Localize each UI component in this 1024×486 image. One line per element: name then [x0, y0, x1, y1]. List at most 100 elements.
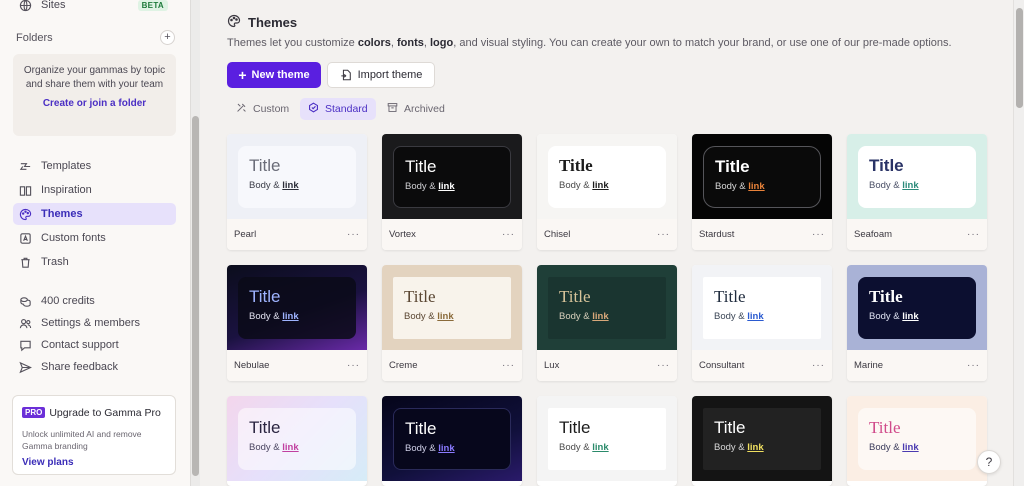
theme-card-footer: Creme ··· — [382, 350, 522, 381]
sidebar-scrollbar-thumb[interactable] — [192, 116, 199, 476]
body-text: Body & — [559, 180, 593, 191]
sidebar-item-settings[interactable]: Settings & members — [18, 313, 140, 333]
theme-card-lux[interactable]: Title Body & link Lux ··· — [537, 265, 677, 381]
theme-card-row3-5[interactable]: Title Body & link — [847, 396, 987, 486]
theme-card-pearl[interactable]: Title Body & link Pearl ··· — [227, 134, 367, 250]
sidebar-item-inspiration[interactable]: Inspiration — [18, 180, 92, 200]
theme-preview-card: Title Body & link — [858, 277, 976, 339]
sample-link: link — [282, 180, 299, 191]
folder-hint: Organize your gammas by topic and share … — [23, 65, 166, 90]
theme-card-row3-4[interactable]: Title Body & link — [692, 396, 832, 486]
book-icon — [18, 183, 32, 197]
sidebar-item-custom-fonts[interactable]: Custom fonts — [18, 228, 106, 248]
more-options-icon[interactable]: ··· — [812, 229, 825, 240]
help-button[interactable]: ? — [977, 450, 1001, 474]
sidebar-item-support[interactable]: Contact support — [18, 335, 119, 355]
sidebar-item-themes[interactable]: Themes — [18, 204, 83, 224]
theme-name: Stardust — [699, 229, 735, 240]
sidebar-item-label: 400 credits — [41, 295, 95, 307]
sidebar-item-trash[interactable]: Trash — [18, 252, 69, 272]
sample-title: Title — [404, 287, 436, 306]
more-options-icon[interactable]: ··· — [347, 229, 360, 240]
more-options-icon[interactable]: ··· — [812, 360, 825, 371]
more-options-icon[interactable]: ··· — [967, 229, 980, 240]
sample-link: link — [437, 311, 454, 322]
sidebar-item-label: Inspiration — [41, 184, 92, 196]
sample-link: link — [748, 181, 765, 192]
theme-name: Pearl — [234, 229, 257, 240]
sample-title: Title — [405, 157, 437, 176]
theme-card-stardust[interactable]: Title Body & link Stardust ··· — [692, 134, 832, 250]
theme-preview: Title Body & link — [382, 134, 522, 219]
sidebar-item-feedback[interactable]: Share feedback — [18, 357, 118, 377]
theme-card-chisel[interactable]: Title Body & link Chisel ··· — [537, 134, 677, 250]
body-text: Body & — [404, 311, 438, 322]
theme-card-nebulae[interactable]: Title Body & link Nebulae ··· — [227, 265, 367, 381]
tab-standard[interactable]: Standard — [300, 98, 376, 120]
theme-card-row3-3[interactable]: Title Body & link — [537, 396, 677, 486]
sample-title: Title — [559, 156, 593, 175]
templates-icon — [18, 159, 32, 173]
sample-title: Title — [559, 287, 591, 306]
sample-title: Title — [714, 287, 746, 306]
theme-card-consultant[interactable]: Title Body & link Consultant ··· — [692, 265, 832, 381]
theme-preview: Title Body & link — [227, 396, 367, 481]
sample-title: Title — [715, 157, 750, 176]
add-folder-button[interactable]: + — [160, 30, 175, 45]
theme-preview: Title Body & link — [382, 396, 522, 481]
new-theme-button[interactable]: + New theme — [227, 62, 321, 88]
sample-body: Body & link — [715, 181, 809, 192]
tab-archived[interactable]: Archived — [379, 98, 453, 120]
theme-preview-card: Title Body & link — [858, 408, 976, 470]
sidebar-scrollbar[interactable] — [190, 0, 200, 486]
sample-link: link — [438, 443, 455, 454]
sidebar-item-label: Custom fonts — [41, 232, 106, 244]
theme-card-seafoam[interactable]: Title Body & link Seafoam ··· — [847, 134, 987, 250]
sidebar-item-sites[interactable]: Sites — [18, 0, 65, 15]
theme-card-marine[interactable]: Title Body & link Marine ··· — [847, 265, 987, 381]
view-plans-link[interactable]: View plans — [22, 457, 166, 468]
theme-card-footer: Marine ··· — [847, 350, 987, 381]
pro-badge: PRO — [22, 407, 46, 419]
gamma-icon — [308, 102, 319, 116]
sidebar-item-label: Trash — [41, 256, 69, 268]
theme-preview-card: Title Body & link — [858, 146, 976, 208]
theme-card-row3-2[interactable]: Title Body & link — [382, 396, 522, 486]
sidebar-item-templates[interactable]: Templates — [18, 156, 91, 176]
theme-card-row3-1[interactable]: Title Body & link — [227, 396, 367, 486]
more-options-icon[interactable]: ··· — [657, 229, 670, 240]
theme-card-creme[interactable]: Title Body & link Creme ··· — [382, 265, 522, 381]
sample-link: link — [592, 311, 609, 322]
main-scrollbar-thumb[interactable] — [1016, 8, 1023, 108]
upgrade-promo-card: PRO Upgrade to Gamma Pro Unlock unlimited… — [12, 395, 176, 475]
folders-heading: Folders — [16, 32, 53, 44]
theme-preview: Title Body & link — [692, 396, 832, 481]
import-theme-button[interactable]: Import theme — [327, 62, 435, 88]
more-options-icon[interactable]: ··· — [502, 229, 515, 240]
page-description: Themes let you customize colors, fonts, … — [227, 37, 952, 49]
sample-body: Body & link — [404, 311, 500, 322]
tab-label: Custom — [253, 103, 290, 115]
theme-card-vortex[interactable]: Title Body & link Vortex ··· — [382, 134, 522, 250]
more-options-icon[interactable]: ··· — [967, 360, 980, 371]
theme-card-footer: Chisel ··· — [537, 219, 677, 250]
send-icon — [18, 360, 32, 374]
sidebar-item-credits[interactable]: 400 credits — [18, 291, 95, 311]
more-options-icon[interactable]: ··· — [657, 360, 670, 371]
theme-name: Vortex — [389, 229, 416, 240]
desc-bold: colors — [357, 37, 391, 49]
main-scrollbar[interactable] — [1013, 0, 1024, 486]
body-text: Body & — [714, 442, 748, 453]
palette-icon — [227, 14, 241, 31]
body-text: Body & — [869, 311, 903, 322]
create-folder-link[interactable]: Create or join a folder — [21, 98, 168, 109]
sample-body: Body & link — [405, 181, 499, 192]
tab-custom[interactable]: Custom — [228, 98, 297, 120]
more-options-icon[interactable]: ··· — [347, 360, 360, 371]
theme-name: Nebulae — [234, 360, 270, 371]
theme-preview-card: Title Body & link — [393, 277, 511, 339]
trash-icon — [18, 255, 32, 269]
more-options-icon[interactable]: ··· — [502, 360, 515, 371]
sample-body: Body & link — [559, 311, 655, 322]
theme-preview-card: Title Body & link — [238, 277, 356, 339]
